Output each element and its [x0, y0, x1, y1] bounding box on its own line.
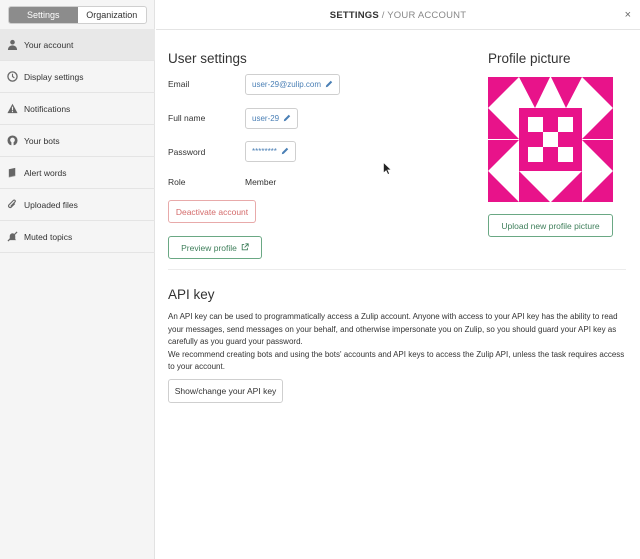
book-icon: [0, 167, 24, 178]
sidebar-item-label: Display settings: [24, 71, 84, 82]
deactivate-account-label: Deactivate account: [175, 206, 249, 217]
identicon-shape: [558, 117, 573, 132]
profile-picture-heading: Profile picture: [488, 51, 571, 66]
page-title: SETTINGS / YOUR ACCOUNT: [156, 10, 640, 21]
sidebar-item-muted-topics[interactable]: Muted topics: [0, 221, 155, 253]
sidebar-item-uploaded-files[interactable]: Uploaded files: [0, 189, 155, 221]
identicon-shape: [558, 147, 573, 162]
preview-profile-button[interactable]: Preview profile: [168, 236, 262, 259]
role-value: Member: [245, 177, 277, 187]
fullname-value: user-29: [252, 114, 280, 123]
sidebar-item-label: Alert words: [24, 167, 67, 178]
user-icon: [0, 39, 24, 50]
api-key-heading: API key: [168, 287, 215, 302]
settings-header: SETTINGS / YOUR ACCOUNT ×: [156, 0, 640, 30]
email-field[interactable]: user-29@zulip.com: [245, 74, 341, 95]
title-main: SETTINGS: [329, 10, 379, 21]
preview-profile-label: Preview profile: [181, 242, 237, 253]
title-sub: YOUR ACCOUNT: [387, 10, 467, 21]
identicon-image: [488, 77, 613, 202]
settings-sidebar: Settings Organization Your account Displ…: [0, 0, 155, 559]
sidebar-item-label: Notifications: [24, 103, 71, 114]
fullname-label: Full name: [168, 113, 206, 123]
settings-tab-switch: Settings Organization: [8, 6, 147, 24]
identicon-shape: [543, 132, 558, 147]
email-value: user-29@zulip.com: [252, 80, 322, 89]
sidebar-item-label: Uploaded files: [24, 199, 78, 210]
sidebar-item-your-account[interactable]: Your account: [0, 29, 155, 61]
settings-nav: Your account Display settings Notificati…: [0, 29, 155, 253]
bell-slash-icon: [0, 231, 24, 242]
upload-profile-picture-button[interactable]: Upload new profile picture: [488, 214, 613, 237]
email-label: Email: [168, 79, 190, 89]
upload-profile-picture-label: Upload new profile picture: [501, 220, 600, 231]
profile-avatar[interactable]: [488, 77, 613, 202]
pencil-icon: [283, 114, 291, 124]
clock-icon: [0, 71, 24, 82]
identicon-shape: [528, 117, 543, 132]
password-field[interactable]: ********: [245, 141, 296, 162]
github-icon: [0, 135, 24, 146]
user-settings-heading: User settings: [168, 51, 247, 66]
sidebar-item-display-settings[interactable]: Display settings: [0, 61, 155, 93]
password-value: ********: [252, 147, 277, 156]
password-label: Password: [168, 147, 206, 157]
external-link-icon: [241, 242, 249, 253]
title-separator: /: [378, 10, 388, 21]
sidebar-item-notifications[interactable]: Notifications: [0, 93, 155, 125]
deactivate-account-button[interactable]: Deactivate account: [168, 200, 256, 223]
warning-icon: [0, 103, 24, 114]
tab-settings[interactable]: Settings: [9, 7, 78, 23]
mouse-cursor-icon: [383, 162, 392, 175]
identicon-shape: [528, 147, 543, 162]
sidebar-item-label: Your account: [24, 39, 74, 50]
sidebar-item-label: Muted topics: [24, 231, 73, 242]
sidebar-item-your-bots[interactable]: Your bots: [0, 125, 155, 157]
role-label: Role: [168, 177, 186, 187]
api-key-paragraph: An API key can be used to programmatical…: [168, 312, 618, 346]
show-api-key-button[interactable]: Show/change your API key: [168, 379, 283, 403]
fullname-field[interactable]: user-29: [245, 108, 299, 129]
section-divider: [168, 269, 626, 270]
sidebar-item-alert-words[interactable]: Alert words: [0, 157, 155, 189]
api-key-paragraph: We recommend creating bots and using the…: [168, 349, 625, 372]
tab-organization[interactable]: Organization: [78, 7, 147, 23]
account-settings-panel: User settings Profile picture Email user…: [156, 31, 640, 559]
api-key-description: An API key can be used to programmatical…: [168, 311, 628, 374]
show-api-key-label: Show/change your API key: [174, 386, 277, 396]
paperclip-icon: [0, 199, 24, 210]
sidebar-item-label: Your bots: [24, 135, 60, 146]
pencil-icon: [325, 80, 333, 90]
pencil-icon: [281, 147, 289, 157]
close-icon[interactable]: ×: [625, 9, 631, 21]
